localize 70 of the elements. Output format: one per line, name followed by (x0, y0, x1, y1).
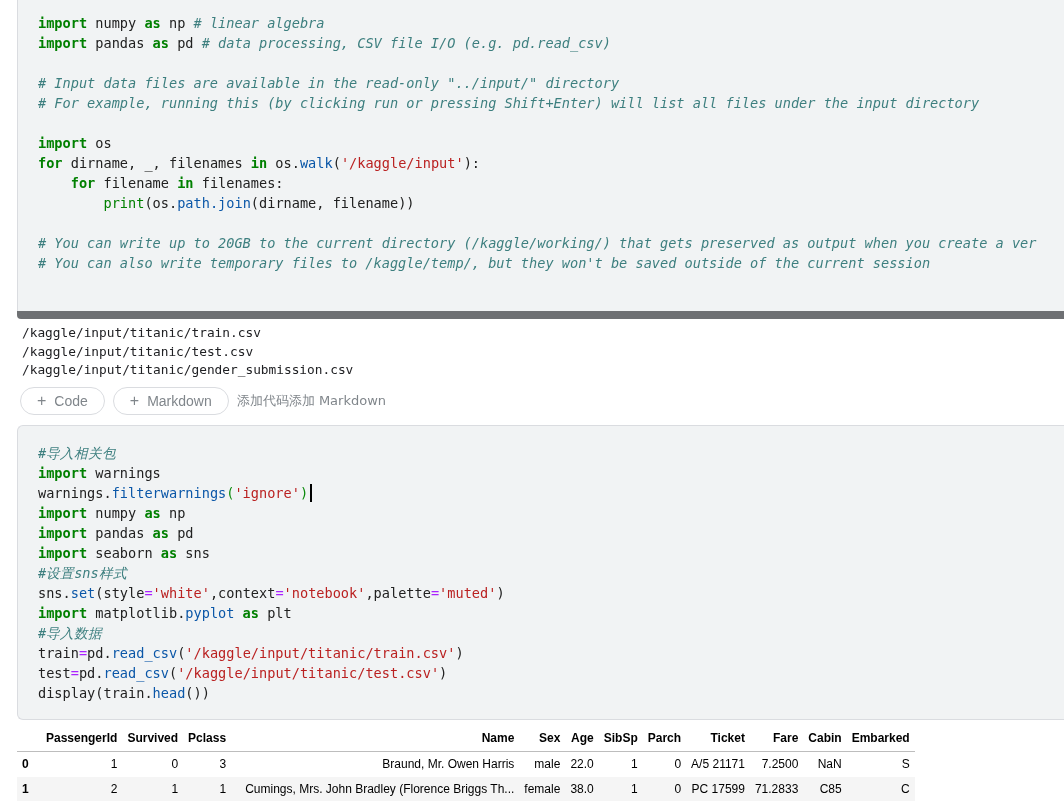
table-cell: C85 (803, 776, 847, 801)
table-cell: 1 (41, 751, 123, 777)
code-line: #导入数据 (38, 623, 104, 643)
code-line: import numpy as np # linear algebra (38, 14, 326, 33)
column-header: Fare (749, 725, 804, 751)
code-line: import warnings (38, 463, 162, 483)
code-line: warnings.filterwarnings('ignore') (38, 483, 309, 503)
code-line: for filename in filenames: (69, 174, 285, 193)
column-header: Survived (122, 725, 184, 751)
column-header: Age (565, 725, 599, 751)
table-cell: 1 (598, 751, 643, 777)
table-cell: A/5 21171 (686, 751, 750, 777)
output-line: /kaggle/input/titanic/train.csv (22, 324, 262, 342)
output-line: /kaggle/input/titanic/test.csv (22, 342, 255, 361)
code-line: # You can write up to 20GB to the current directory (/kaggle/working/) that gets preserved as output when you create a ver (38, 234, 1038, 253)
table-cell: NaN (803, 751, 847, 777)
code-line: import numpy as np (38, 503, 187, 523)
table-cell: female (519, 776, 566, 801)
column-header: PassengerId (41, 725, 123, 751)
table-cell: PC 17599 (686, 776, 750, 801)
code-line: sns.set(style='white',context='notebook',palette='muted') (38, 583, 506, 603)
code-line: import seaborn as sns (38, 543, 211, 563)
code-line: for dirname, _, filenames in os.walk('/kaggle/input'): (38, 154, 481, 173)
column-header: SibSp (598, 725, 643, 751)
output-line: /kaggle/input/titanic/gender_submission.csv (22, 361, 354, 379)
column-header: Ticket (686, 725, 750, 751)
table-cell: C (846, 776, 915, 801)
code-line: import pandas as pd (38, 523, 195, 543)
add-cell-button[interactable]: + Markdown (112, 386, 229, 415)
table-cell: 71.2833 (749, 776, 804, 801)
code-line: print(os.path.join(dirname, filename)) (102, 194, 416, 213)
column-header: Embarked (846, 725, 915, 751)
code-cell[interactable] (17, 424, 1064, 720)
code-line: #导入相关包 (38, 443, 118, 463)
table-cell: 1 (183, 776, 232, 801)
column-header: Cabin (803, 725, 847, 751)
code-line: display(train.head()) (38, 683, 211, 703)
column-header: Sex (519, 725, 566, 751)
table-cell: 0 (642, 776, 687, 801)
table-cell: S (846, 751, 915, 777)
code-line: #设置sns样式 (38, 563, 129, 583)
horizontal-scrollbar[interactable] (17, 311, 1064, 319)
add-hint: 添加代码添加 Markdown (236, 391, 386, 410)
table-cell: 2 (41, 776, 123, 801)
code-cell[interactable] (17, 0, 1064, 311)
table-cell: 22.0 (565, 751, 599, 777)
table-cell: Braund, Mr. Owen Harris (231, 751, 520, 777)
column-header: Parch (642, 725, 687, 751)
table-cell: 1 (122, 776, 184, 801)
table-cell: 3 (183, 751, 232, 777)
code-line: test=pd.read_csv('/kaggle/input/titanic/test.csv') (38, 663, 449, 683)
column-header: Name (231, 725, 520, 751)
table-cell: 7.2500 (749, 751, 804, 777)
code-line: import pandas as pd # data processing, CSV file I/O (e.g. pd.read_csv) (38, 34, 612, 53)
table-cell: male (519, 751, 566, 777)
code-line: # You can also write temporary files to /kaggle/temp/, but they won't be saved outside of the current session (38, 254, 932, 273)
code-line: import os (38, 134, 113, 153)
table-cell: 0 (122, 751, 184, 777)
table-cell: 0 (642, 751, 687, 777)
add-cell-button[interactable]: + Code (20, 386, 105, 415)
column-header: Pclass (183, 725, 232, 751)
code-line: # For example, running this (by clicking run or pressing Shift+Enter) will list all files under the input directory (38, 94, 981, 113)
row-index: 1 (17, 776, 41, 801)
table-cell: 38.0 (565, 776, 599, 801)
table-cell: Cumings, Mrs. John Bradley (Florence Briggs Th... (231, 776, 520, 801)
code-line: import matplotlib.pyplot as plt (38, 603, 293, 623)
code-line: train=pd.read_csv('/kaggle/input/titanic/train.csv') (38, 643, 465, 663)
table-cell: 1 (598, 776, 643, 801)
code-line: # Input data files are available in the read-only "../input/" directory (38, 74, 621, 93)
row-index: 0 (17, 751, 41, 777)
